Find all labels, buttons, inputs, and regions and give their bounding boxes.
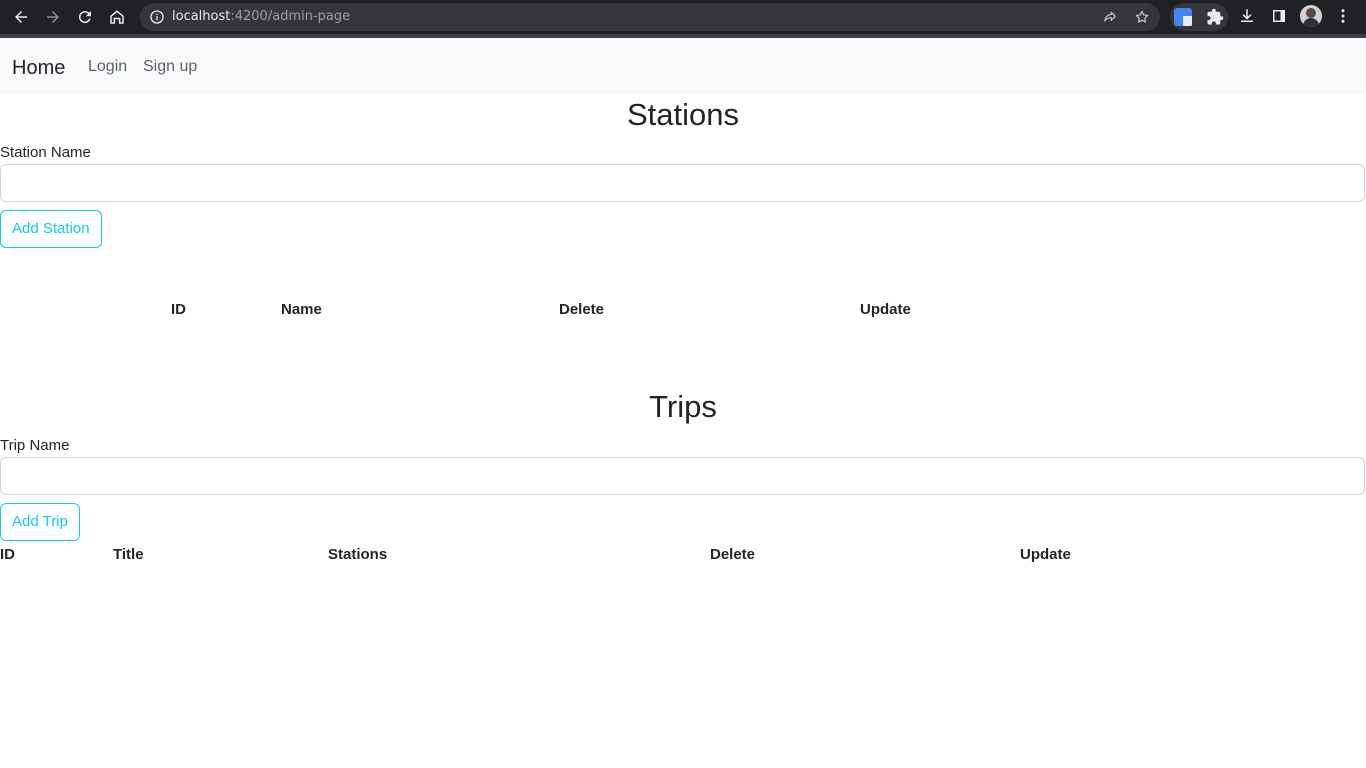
trips-col-id: ID bbox=[0, 546, 15, 563]
trips-col-stations: Stations bbox=[328, 546, 388, 563]
download-icon[interactable] bbox=[1238, 7, 1256, 25]
trip-name-input[interactable] bbox=[0, 457, 1365, 495]
nav-brand-home[interactable]: Home bbox=[12, 55, 65, 81]
nav-link-login[interactable]: Login bbox=[88, 57, 127, 77]
home-icon bbox=[110, 10, 124, 24]
stations-col-update: Update bbox=[860, 301, 911, 318]
stations-col-delete: Delete bbox=[559, 301, 605, 318]
nav-link-signup[interactable]: Sign up bbox=[143, 57, 197, 77]
url-text: localhost:4200/admin-page bbox=[172, 9, 351, 24]
stations-heading: Stations bbox=[626, 97, 739, 132]
stations-col-id: ID bbox=[171, 301, 186, 318]
browser-toolbar: localhost:4200/admin-page bbox=[0, 0, 1366, 34]
share-icon[interactable] bbox=[1102, 9, 1118, 25]
reload-icon bbox=[78, 11, 91, 24]
forward-button[interactable] bbox=[40, 4, 66, 30]
menu-kebab-icon[interactable] bbox=[1334, 7, 1352, 25]
trips-heading: Trips bbox=[649, 389, 717, 424]
side-panel-icon[interactable] bbox=[1270, 7, 1288, 25]
profile-avatar[interactable] bbox=[1300, 5, 1322, 27]
app-navbar: Home Login Sign up bbox=[0, 38, 1366, 94]
stations-col-name: Name bbox=[281, 301, 322, 318]
trips-col-delete: Delete bbox=[710, 546, 756, 563]
bookmark-star-icon[interactable] bbox=[1134, 9, 1150, 25]
puzzle-extensions-icon[interactable] bbox=[1206, 8, 1224, 26]
info-icon[interactable] bbox=[149, 9, 165, 25]
trips-col-title: Title bbox=[113, 546, 144, 563]
station-name-input[interactable] bbox=[0, 164, 1365, 202]
trips-col-update: Update bbox=[1020, 546, 1071, 563]
home-button[interactable] bbox=[104, 4, 130, 30]
arrow-right-icon bbox=[47, 11, 59, 23]
back-button[interactable] bbox=[8, 4, 34, 30]
trip-name-label: Trip Name bbox=[0, 437, 70, 454]
add-trip-button[interactable]: Add Trip bbox=[0, 503, 80, 541]
add-station-button[interactable]: Add Station bbox=[0, 210, 102, 248]
station-name-label: Station Name bbox=[0, 144, 91, 161]
translate-extension-icon[interactable] bbox=[1174, 8, 1192, 26]
extensions-area bbox=[1170, 3, 1228, 31]
reload-button[interactable] bbox=[72, 4, 98, 30]
address-bar[interactable]: localhost:4200/admin-page bbox=[140, 3, 1160, 31]
arrow-left-icon bbox=[15, 11, 27, 23]
